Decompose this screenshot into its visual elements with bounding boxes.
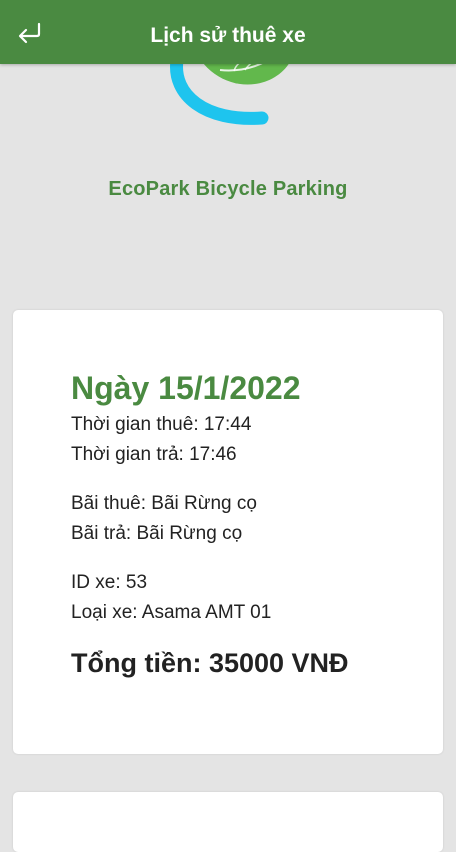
bike-type: Loại xe: Asama AMT 01 — [71, 601, 272, 623]
rent-time: Thời gian thuê: 17:44 — [71, 414, 252, 435]
rental-details: Ngày 15/1/2022 Thời gian thuê: 17:44 Thờ… — [71, 366, 423, 681]
return-station: Bãi trả: Bãi Rừng cọ — [71, 522, 243, 544]
rental-history-card[interactable]: Ngày 15/1/2022 Thời gian thuê: 17:44 Thờ… — [13, 310, 443, 754]
total-price: Tổng tiền: 35000 VNĐ — [71, 648, 349, 678]
rent-station: Bãi thuê: Bãi Rừng cọ — [71, 493, 257, 514]
bike-id: ID xe: 53 — [71, 572, 148, 593]
rental-history-card-next[interactable] — [13, 792, 443, 852]
page-title: Lịch sử thuê xe — [150, 24, 306, 47]
bike-group: ID xe: 53 Loại xe: Asama AMT 01 — [71, 568, 423, 627]
return-time: Thời gian trả: 17:46 — [71, 443, 237, 465]
brand-name: EcoPark Bicycle Parking — [108, 178, 348, 200]
station-group: Bãi thuê: Bãi Rừng cọ Bãi trả: Bãi Rừng … — [71, 489, 423, 548]
rental-date: Ngày 15/1/2022 — [71, 370, 301, 406]
time-group: Thời gian thuê: 17:44 Thời gian trả: 17:… — [71, 410, 423, 469]
app-header: Lịch sử thuê xe — [0, 0, 456, 64]
